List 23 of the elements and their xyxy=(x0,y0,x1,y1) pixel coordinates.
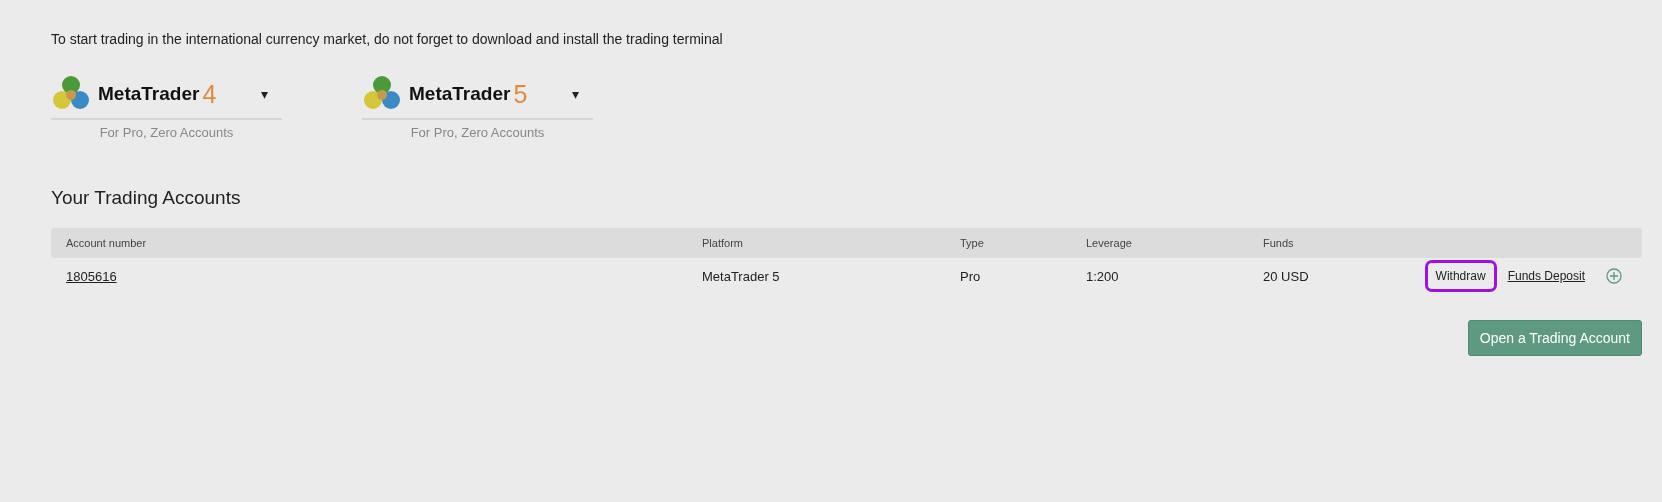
platform-name: MetaTrader xyxy=(98,83,200,105)
platform-note: For Pro, Zero Accounts xyxy=(409,125,546,140)
table-cell-text: 1:200 xyxy=(1086,268,1120,284)
withdraw-button[interactable]: Withdraw xyxy=(1424,260,1497,292)
caret-icon[interactable]: ▾ xyxy=(572,86,579,102)
caret-icon[interactable]: ▾ xyxy=(261,86,268,102)
column-header: Type xyxy=(960,237,985,249)
column-header: Platform xyxy=(702,237,744,249)
section-title: Your Trading Accounts xyxy=(51,187,242,210)
platform-version: 5 xyxy=(513,79,528,109)
table-cell-text: 20 USD xyxy=(1263,268,1310,284)
platform-note: For Pro, Zero Accounts xyxy=(98,125,235,140)
column-header: Account number xyxy=(66,237,148,249)
intro-text: To start trading in the international currency market, do not forget to download and install the trading terminal xyxy=(51,31,724,47)
column-header: Leverage xyxy=(1086,237,1133,249)
add-icon[interactable] xyxy=(1606,268,1622,284)
table-cell-text: Pro xyxy=(960,268,982,284)
platform-version: 4 xyxy=(202,79,217,109)
deposit-link[interactable]: Funds Deposit xyxy=(1502,260,1590,292)
table-cell-text: MetaTrader 5 xyxy=(702,268,781,284)
column-header: Funds xyxy=(1263,237,1295,249)
platform-name: MetaTrader xyxy=(409,83,511,105)
account-link[interactable]: 1805616 xyxy=(66,268,117,284)
